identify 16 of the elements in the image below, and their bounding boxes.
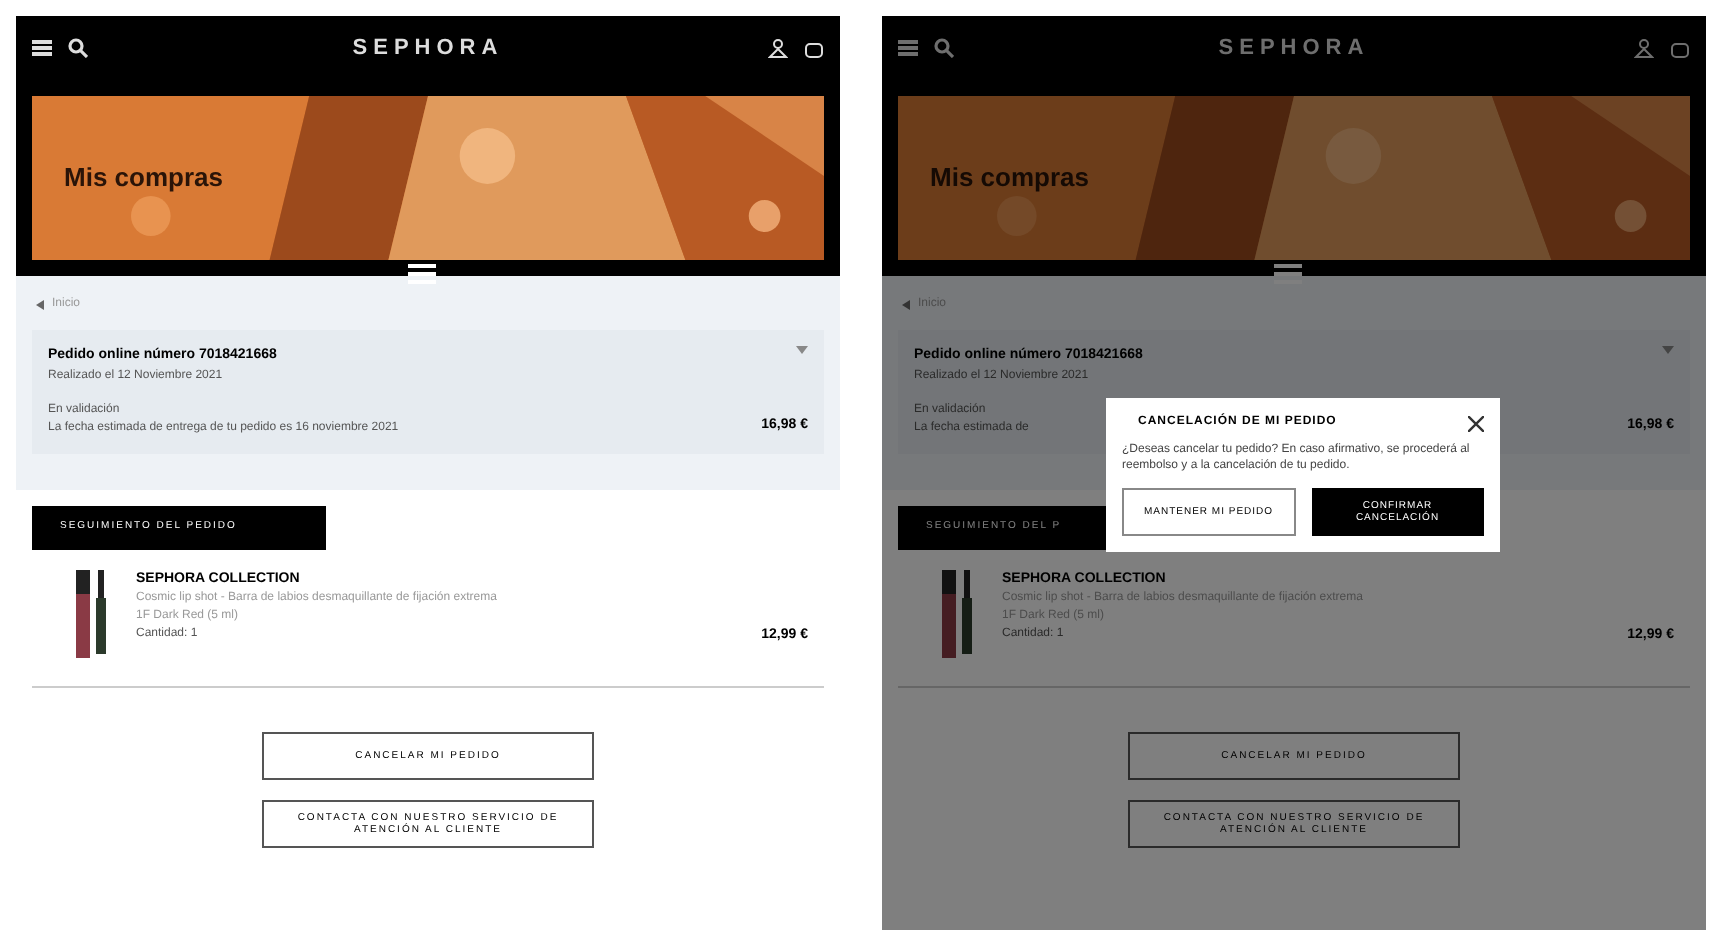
logo[interactable]: SEPHORA	[352, 31, 504, 65]
back-icon	[36, 300, 44, 310]
bag-icon[interactable]	[804, 38, 824, 58]
user-icon[interactable]	[768, 38, 788, 58]
logo[interactable]: SEPHORA	[1218, 31, 1370, 65]
banner-title: Mis compras	[64, 160, 223, 197]
mascara-icon	[938, 569, 978, 657]
banner-title: Mis compras	[930, 160, 1089, 197]
back-icon	[902, 300, 910, 310]
mascara-icon	[72, 569, 112, 657]
close-icon[interactable]	[1468, 415, 1484, 431]
search-icon[interactable]	[68, 38, 88, 58]
handle-icon[interactable]	[1274, 264, 1302, 288]
menu-icon[interactable]	[32, 38, 52, 58]
handle-icon[interactable]	[408, 264, 436, 288]
chevron-icon[interactable]	[796, 346, 808, 354]
